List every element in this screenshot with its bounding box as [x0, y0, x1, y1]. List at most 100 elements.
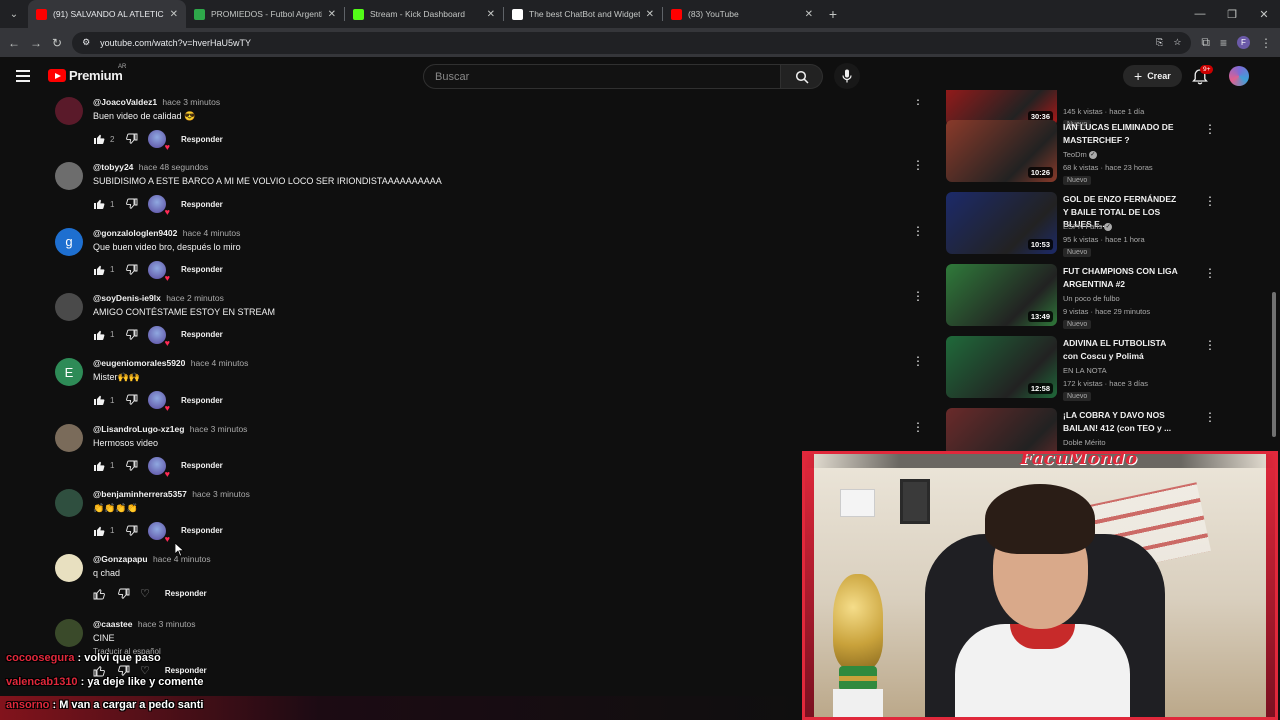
comment-time[interactable]: hace 4 minutos — [191, 358, 249, 368]
profile-avatar[interactable]: F — [1237, 36, 1250, 49]
comment-more-icon[interactable]: ⋮ — [912, 420, 924, 434]
video-thumbnail[interactable]: 12:58 — [946, 336, 1057, 398]
tab-search-chevron-icon[interactable]: ⌄ — [0, 0, 28, 28]
browser-tab[interactable]: (91) SALVANDO AL ATLETICO D ✕ — [28, 0, 186, 28]
comment-author[interactable]: @LisandroLugo-xz1eg — [93, 424, 184, 434]
reply-button[interactable]: Responder — [181, 265, 223, 274]
close-tab-icon[interactable]: ✕ — [328, 9, 336, 20]
new-tab-button[interactable]: + — [821, 0, 845, 28]
restore-icon[interactable]: ❐ — [1216, 0, 1248, 28]
reply-button[interactable]: Responder — [181, 526, 223, 535]
close-tab-icon[interactable]: ✕ — [487, 9, 495, 20]
like-icon[interactable] — [93, 525, 105, 537]
video-title[interactable]: ADIVINA EL FUTBOLISTA con Coscu y Polimá — [1063, 337, 1183, 362]
comment-author[interactable]: @JoacoValdez1 — [93, 97, 157, 107]
search-button[interactable] — [781, 64, 823, 89]
commenter-avatar[interactable] — [55, 423, 83, 452]
commenter-avatar[interactable] — [55, 292, 83, 321]
dislike-icon[interactable] — [126, 460, 138, 472]
reply-button[interactable]: Responder — [181, 461, 223, 470]
comment-time[interactable]: hace 3 minutos — [192, 489, 250, 499]
guide-menu-icon[interactable] — [16, 70, 30, 82]
close-tab-icon[interactable]: ✕ — [805, 9, 813, 20]
comment-time[interactable]: hace 2 minutos — [166, 293, 224, 303]
video-title[interactable]: ¡LA COBRA Y DAVO NOS BAILAN! 412 (con TE… — [1063, 409, 1183, 434]
recommended-video[interactable]: 10:53 GOL DE ENZO FERNÁNDEZ Y BAILE TOTA… — [944, 192, 1224, 257]
channel-name[interactable]: ESPN Fans ✓ — [1063, 222, 1113, 232]
like-icon[interactable] — [93, 460, 105, 472]
close-tab-icon[interactable]: ✕ — [170, 9, 178, 20]
comment-time[interactable]: hace 3 minutos — [190, 424, 248, 434]
recommended-video[interactable]: 13:49 FUT CHAMPIONS CON LIGA ARGENTINA #… — [944, 264, 1224, 329]
commenter-avatar[interactable] — [55, 97, 83, 125]
comment-author[interactable]: @tobyy24 — [93, 162, 133, 172]
commenter-avatar[interactable]: g — [55, 227, 83, 256]
comment-more-icon[interactable]: ⋮ — [912, 224, 924, 238]
heart-icon[interactable]: ♡ — [140, 587, 150, 600]
reload-icon[interactable]: ↻ — [52, 36, 62, 50]
dislike-icon[interactable] — [126, 525, 138, 537]
channel-name[interactable]: Un poco de fulbo — [1063, 294, 1120, 303]
dislike-icon[interactable] — [126, 394, 138, 406]
video-thumbnail[interactable]: 13:49 — [946, 264, 1057, 326]
site-info-icon[interactable]: ⚙ — [82, 37, 90, 48]
comment-more-icon[interactable]: ⋮ — [912, 158, 924, 172]
video-title[interactable]: FUT CHAMPIONS CON LIGA ARGENTINA #2 — [1063, 265, 1183, 290]
comment-time[interactable]: hace 3 minutos — [138, 619, 196, 629]
commenter-avatar[interactable] — [55, 554, 83, 583]
channel-name[interactable]: Doble Mérito — [1063, 438, 1106, 447]
channel-name[interactable]: TeoDm ✓ — [1063, 150, 1097, 160]
video-thumbnail[interactable]: 10:53 — [946, 192, 1057, 254]
browser-tab[interactable]: PROMIEDOS - Futbol Argentin ✕ — [186, 0, 344, 28]
like-icon[interactable] — [93, 133, 105, 145]
like-icon[interactable] — [93, 588, 105, 600]
reply-button[interactable]: Responder — [181, 330, 223, 339]
comment-time[interactable]: hace 4 minutos — [183, 228, 241, 238]
comment-more-icon[interactable]: ⋮ — [912, 354, 924, 368]
back-icon[interactable]: ← — [8, 36, 20, 50]
commenter-avatar[interactable] — [55, 162, 83, 191]
comment-more-icon[interactable]: ⋮ — [912, 289, 924, 303]
comment-author[interactable]: @eugeniomorales5920 — [93, 358, 185, 368]
reply-button[interactable]: Responder — [181, 200, 223, 209]
scrollbar-thumb[interactable] — [1272, 292, 1276, 437]
video-title[interactable]: IAN LUCAS ELIMINADO DE MASTERCHEF ? — [1063, 121, 1183, 146]
dislike-icon[interactable] — [126, 264, 138, 276]
install-app-icon[interactable]: ⎘ — [1156, 37, 1163, 48]
video-more-icon[interactable]: ⋮ — [1204, 194, 1216, 208]
dislike-icon[interactable] — [126, 329, 138, 341]
account-avatar[interactable] — [1229, 66, 1249, 86]
close-tab-icon[interactable]: ✕ — [646, 9, 654, 20]
comment-author[interactable]: @caastee — [93, 619, 132, 629]
dislike-icon[interactable] — [126, 133, 138, 145]
video-more-icon[interactable]: ⋮ — [1204, 410, 1216, 424]
media-controls-icon[interactable]: ≡ — [1220, 36, 1227, 50]
browser-tab[interactable]: (83) YouTube ✕ — [663, 0, 821, 28]
video-thumbnail[interactable]: 10:26 — [946, 120, 1057, 182]
channel-name[interactable]: EN LA NOTA — [1063, 366, 1107, 375]
close-window-icon[interactable]: ✕ — [1248, 0, 1280, 28]
video-more-icon[interactable]: ⋮ — [1204, 266, 1216, 280]
commenter-avatar[interactable] — [55, 619, 83, 648]
comment-author[interactable]: @benjaminherrera5357 — [93, 489, 187, 499]
dislike-icon[interactable] — [126, 198, 138, 210]
bookmark-star-icon[interactable]: ☆ — [1173, 37, 1181, 48]
forward-icon[interactable]: → — [30, 36, 42, 50]
reply-button[interactable]: Responder — [165, 589, 207, 598]
comment-more-icon[interactable]: ⋮ — [912, 97, 924, 107]
comment-time[interactable]: hace 3 minutos — [162, 97, 220, 107]
reply-button[interactable]: Responder — [181, 396, 223, 405]
comment-author[interactable]: @Gonzapapu — [93, 554, 148, 564]
minimize-icon[interactable]: — — [1184, 0, 1216, 28]
like-icon[interactable] — [93, 394, 105, 406]
like-icon[interactable] — [93, 329, 105, 341]
reply-button[interactable]: Responder — [181, 135, 223, 144]
commenter-avatar[interactable] — [55, 488, 83, 517]
recommended-video[interactable]: 10:26 IAN LUCAS ELIMINADO DE MASTERCHEF … — [944, 120, 1224, 185]
browser-tab[interactable]: Stream - Kick Dashboard ✕ — [345, 0, 503, 28]
create-button[interactable]: + Crear — [1123, 65, 1182, 87]
like-icon[interactable] — [93, 198, 105, 210]
commenter-avatar[interactable]: E — [55, 358, 83, 387]
dislike-icon[interactable] — [118, 588, 130, 600]
address-bar[interactable]: ⚙ youtube.com/watch?v=hverHaU5wTY ⎘ ☆ — [72, 31, 1192, 54]
